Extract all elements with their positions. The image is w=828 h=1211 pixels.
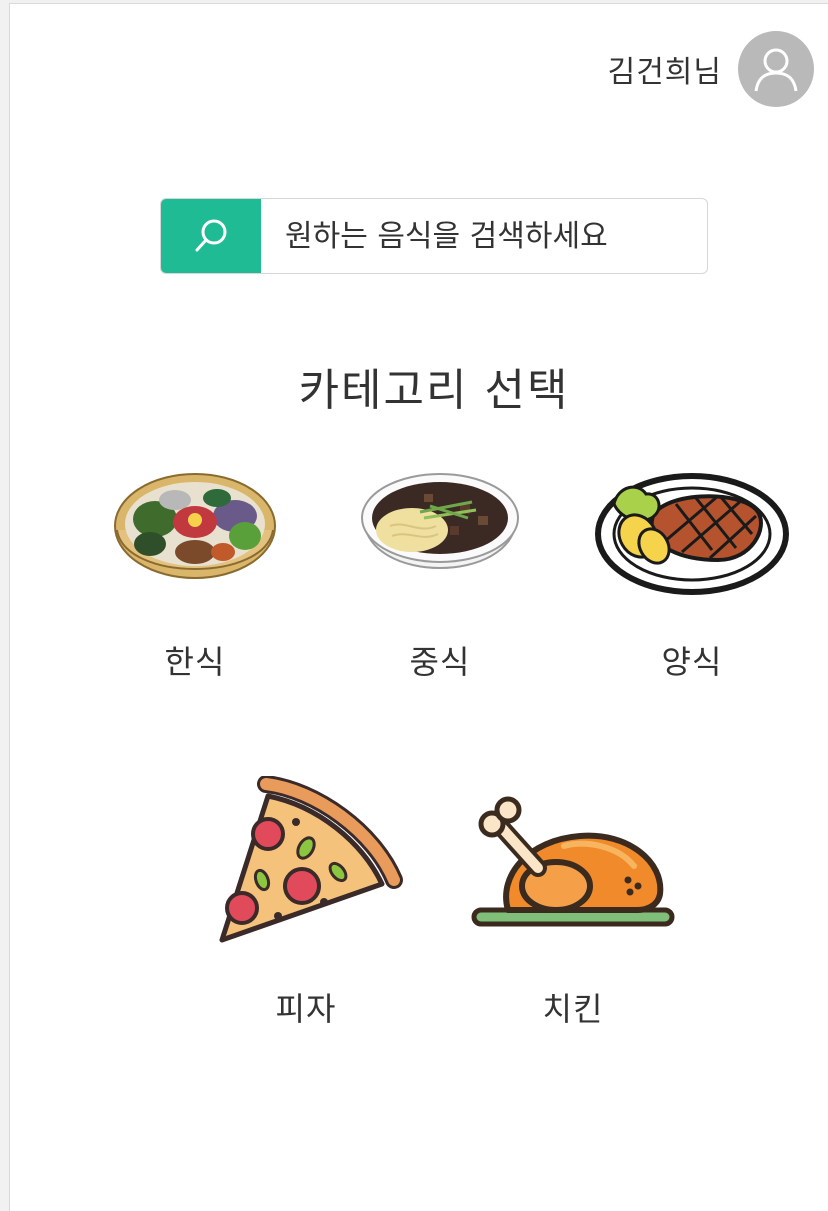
category-title: 카테고리 선택 <box>298 365 570 416</box>
search-bar <box>160 198 708 274</box>
search-button[interactable] <box>161 199 261 273</box>
category-label: 피자 <box>275 990 337 1028</box>
app-frame: 김건희님 카테고리 선택 <box>0 0 828 1211</box>
category-pizza[interactable]: 피자 <box>206 776 406 1030</box>
search-input[interactable] <box>261 199 707 273</box>
category-label: 중식 <box>409 643 471 681</box>
category-western[interactable]: 양식 <box>592 459 792 683</box>
search-icon <box>195 219 227 252</box>
user-profile[interactable]: 김건희님 <box>608 31 814 107</box>
category-label: 치킨 <box>542 990 604 1028</box>
user-name: 김건희님 <box>607 55 722 90</box>
category-label: 양식 <box>661 643 723 681</box>
category-label: 한식 <box>164 643 226 681</box>
category-chicken[interactable]: 치킨 <box>468 776 678 1030</box>
pizza-icon[interactable] <box>206 776 406 956</box>
bibimbap-icon[interactable] <box>95 459 295 609</box>
user-avatar-icon[interactable] <box>738 31 814 107</box>
steak-icon[interactable] <box>592 459 792 609</box>
jjajangmyeon-icon[interactable] <box>340 459 540 609</box>
roast-chicken-icon[interactable] <box>468 776 678 956</box>
category-korean[interactable]: 한식 <box>95 459 295 683</box>
category-chinese[interactable]: 중식 <box>340 459 540 683</box>
